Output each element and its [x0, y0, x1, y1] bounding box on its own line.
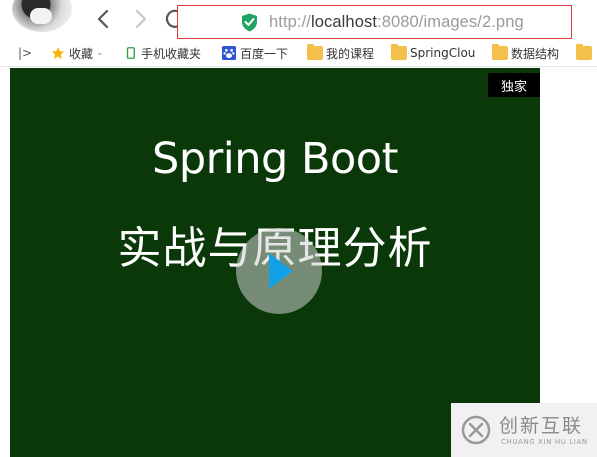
sidebar-toggle-icon[interactable]: |>: [18, 46, 32, 60]
address-bar[interactable]: http://localhost:8080/images/2.png: [177, 5, 572, 39]
bookmark-folder-more[interactable]: [576, 44, 595, 62]
bookmarks-bar: |> 收藏 ⌄ 手机收藏夹 百度一下 我的课程 SpringClou 数据结构: [0, 39, 597, 67]
browser-toolbar: http://localhost:8080/images/2.png: [0, 0, 597, 39]
star-icon: [51, 46, 65, 59]
folder-icon: [391, 44, 407, 60]
url-path: :8080/images/2.png: [377, 13, 524, 31]
phone-icon: [126, 47, 135, 59]
url-text: http://localhost:8080/images/2.png: [269, 13, 524, 32]
url-prefix: http://: [269, 13, 311, 31]
bookmark-favorites[interactable]: 收藏 ⌄: [50, 44, 104, 62]
bookmark-label: 手机收藏夹: [141, 46, 202, 61]
bookmark-folder-courses[interactable]: 我的课程: [307, 44, 374, 62]
brand-logo-icon: [461, 415, 491, 445]
chevron-right-icon: [135, 9, 147, 29]
bookmark-label: SpringClou: [410, 46, 476, 60]
play-icon: [269, 253, 293, 289]
forward-button[interactable]: [128, 6, 154, 32]
folder-icon: [307, 44, 323, 60]
user-avatar[interactable]: [12, 0, 72, 32]
watermark-text-cn: 创新互联: [499, 415, 584, 437]
bookmark-baidu[interactable]: 百度一下: [221, 44, 288, 62]
baidu-paw-icon: [222, 46, 236, 60]
play-button[interactable]: [236, 228, 322, 314]
watermark-text-en: CHUANG XIN HU LIAN: [501, 438, 588, 446]
url-host: localhost: [310, 13, 378, 31]
bookmark-mobile-favorites[interactable]: 手机收藏夹: [126, 44, 201, 62]
shield-icon: [242, 13, 257, 32]
watermark: 创新互联 CHUANG XIN HU LIAN: [451, 403, 597, 457]
bookmark-label: 收藏: [69, 46, 94, 61]
video-title-english: Spring Boot: [152, 134, 398, 184]
exclusive-badge: 独家: [488, 73, 540, 97]
folder-icon: [576, 44, 592, 60]
bookmark-label: 我的课程: [326, 46, 375, 61]
chevron-left-icon: [97, 9, 109, 29]
back-button[interactable]: [90, 6, 116, 32]
bookmark-label: 百度一下: [240, 46, 289, 61]
bookmark-label: 数据结构: [511, 46, 560, 61]
bookmark-folder-springcloud[interactable]: SpringClou: [391, 44, 475, 62]
chevron-down-icon: ⌄: [96, 48, 104, 58]
folder-icon: [492, 44, 508, 60]
bookmark-folder-data-structures[interactable]: 数据结构: [492, 44, 559, 62]
